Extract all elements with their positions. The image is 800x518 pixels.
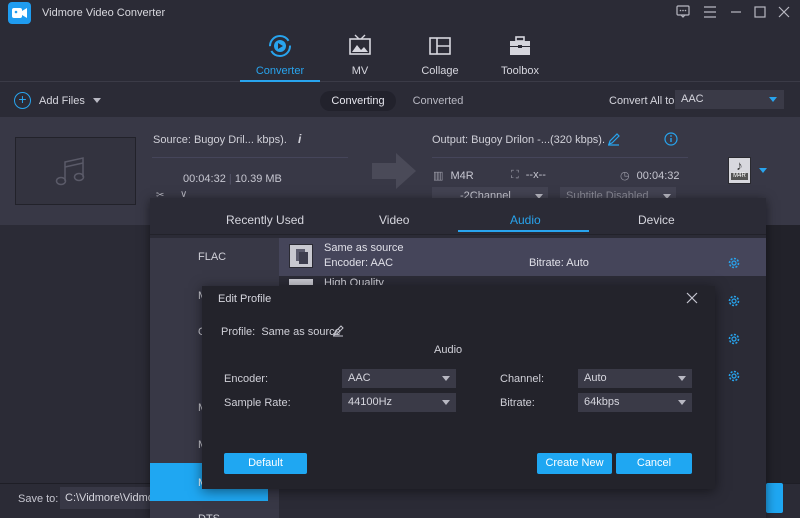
output-info-icon[interactable]: [664, 132, 678, 149]
nav-converter-label: Converter: [255, 65, 305, 77]
rename-profile-icon[interactable]: [332, 325, 344, 337]
minimize-icon[interactable]: [727, 4, 745, 22]
preset-bitrate: Bitrate: Auto: [529, 257, 589, 269]
source-duration: 00:04:32: [183, 173, 226, 185]
convert-all-button[interactable]: [766, 483, 783, 513]
source-size: 10.39 MB: [234, 173, 282, 185]
bitrate-select[interactable]: 64kbps: [578, 393, 692, 412]
file-thumbnail[interactable]: [15, 137, 136, 205]
music-note-icon: [55, 157, 85, 186]
film-icon: ▥: [433, 170, 444, 182]
preset-name: Same as source: [324, 242, 404, 254]
cancel-button[interactable]: Cancel: [616, 453, 692, 474]
create-new-button[interactable]: Create New: [537, 453, 612, 474]
music-note-icon: ♪: [736, 158, 743, 173]
nav-collage[interactable]: Collage: [400, 34, 480, 77]
chevron-down-icon: [442, 400, 450, 405]
output-resolution: ⛶ --x--: [511, 169, 546, 181]
convert-all-select[interactable]: AAC: [675, 90, 784, 109]
channel-label: Channel:: [500, 373, 545, 385]
encoder-label: Encoder:: [224, 373, 269, 385]
nav-converter[interactable]: Converter: [240, 34, 320, 77]
dropdown-arrow-icon: [769, 97, 777, 102]
source-divider: [152, 157, 348, 158]
chevron-down-icon: [678, 376, 686, 381]
toolbox-icon: [508, 36, 532, 61]
gear-icon[interactable]: [727, 294, 741, 308]
tab-active-indicator: [458, 230, 589, 232]
output-format: ▥ M4R: [433, 170, 474, 182]
app-title: Vidmore Video Converter: [42, 7, 166, 19]
gear-icon[interactable]: [727, 256, 741, 270]
nav-collage-label: Collage: [421, 65, 459, 77]
format-item-dts[interactable]: DTS: [198, 513, 220, 518]
maximize-icon[interactable]: [751, 4, 769, 22]
collage-icon: [428, 37, 452, 61]
preset-encoder: Encoder: AAC: [324, 257, 394, 269]
format-dropdown-icon[interactable]: [759, 168, 767, 173]
source-meta: 00:04:32 | 10.39 MB: [183, 173, 282, 185]
mv-icon: [348, 34, 372, 61]
preset-name: High Quality: [324, 277, 384, 285]
encoder-select[interactable]: AAC: [342, 369, 456, 388]
edit-output-icon[interactable]: [607, 133, 620, 149]
save-to-label: Save to:: [18, 493, 59, 505]
tab-video[interactable]: Video: [379, 213, 409, 227]
gear-icon[interactable]: [727, 369, 741, 383]
channel-select[interactable]: Auto: [578, 369, 692, 388]
preset-icon: [289, 244, 313, 268]
nav-mv[interactable]: MV: [320, 34, 400, 77]
add-icon: +: [14, 92, 31, 109]
add-files-button[interactable]: + Add Files: [14, 92, 101, 109]
convert-all-value: AAC: [681, 93, 704, 105]
default-button[interactable]: Default: [224, 453, 307, 474]
output-duration: ◷ 00:04:32: [620, 170, 680, 182]
clock-icon: ◷: [620, 170, 630, 182]
save-path-field[interactable]: C:\Vidmore\Vidmore Video Converter\Conve…: [60, 487, 155, 509]
menu-icon[interactable]: [701, 4, 719, 22]
sample-rate-label: Sample Rate:: [224, 397, 291, 409]
sample-rate-select[interactable]: 44100Hz: [342, 393, 456, 412]
chevron-down-icon: [678, 400, 686, 405]
tab-recently-used[interactable]: Recently Used: [226, 213, 304, 227]
chevron-down-icon: [442, 376, 450, 381]
convert-arrow-icon: [372, 153, 416, 189]
tab-converting[interactable]: Converting: [320, 91, 396, 111]
nav-toolbox[interactable]: Toolbox: [480, 34, 560, 77]
source-info-icon[interactable]: i: [298, 132, 301, 146]
nav-mv-label: MV: [351, 65, 369, 77]
dialog-section-audio: Audio: [434, 344, 463, 356]
output-format-badge[interactable]: ♪ M4R: [728, 157, 751, 184]
close-icon[interactable]: [775, 4, 793, 22]
tab-audio[interactable]: Audio: [510, 213, 541, 227]
nav-active-indicator: [240, 80, 320, 82]
dialog-title: Edit Profile: [218, 293, 272, 305]
source-filename: Source: Bugoy Dril... kbps).: [153, 134, 287, 146]
preset-icon: [289, 279, 313, 285]
format-item-flac[interactable]: FLAC: [198, 251, 226, 263]
profile-name: Profile: Same as source: [221, 326, 341, 338]
add-files-label: Add Files: [39, 94, 85, 107]
tab-device[interactable]: Device: [638, 213, 675, 227]
convert-all-label: Convert All to:: [609, 95, 678, 107]
gear-icon[interactable]: [727, 332, 741, 346]
resize-icon: ⛶: [511, 169, 519, 181]
chevron-down-icon: [92, 98, 101, 103]
converter-icon: [268, 35, 292, 61]
bitrate-label: Bitrate:: [500, 397, 535, 409]
tab-converted[interactable]: Converted: [404, 91, 472, 111]
nav-toolbox-label: Toolbox: [501, 65, 539, 77]
app-logo: [8, 2, 31, 24]
feedback-icon[interactable]: [674, 4, 692, 22]
output-divider: [432, 157, 688, 158]
background-area: [766, 225, 800, 483]
dialog-close-icon[interactable]: [684, 290, 700, 306]
output-filename: Output: Bugoy Drilon -...(320 kbps).: [432, 134, 606, 146]
